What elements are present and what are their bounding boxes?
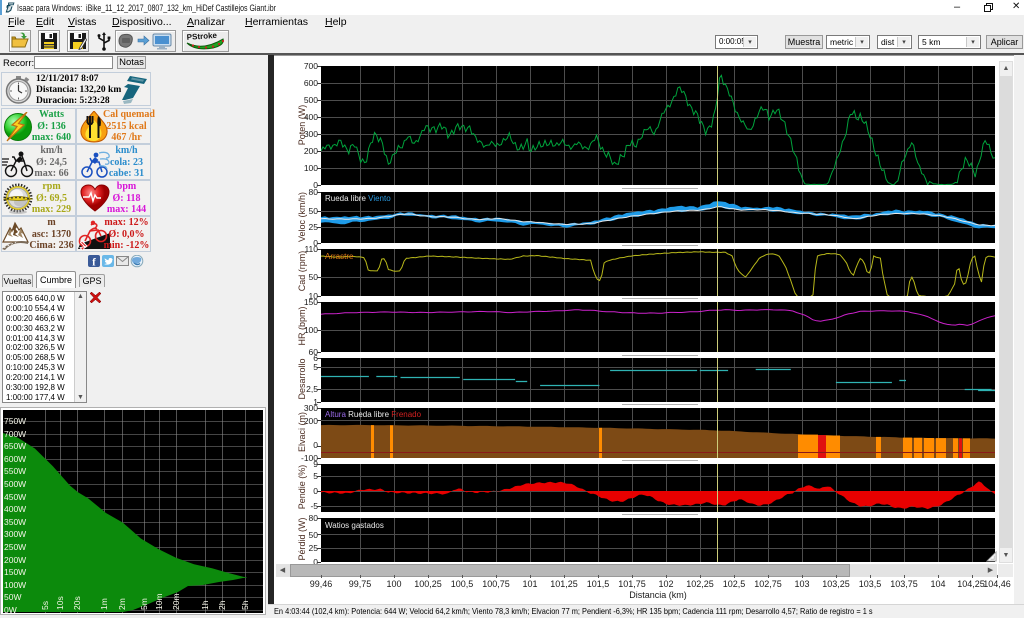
svg-text:100W: 100W: [4, 580, 26, 590]
svg-text:Altura Rueda libre Frenado: Altura Rueda libre Frenado: [325, 410, 422, 419]
svg-text:250W: 250W: [4, 542, 26, 552]
svg-text:5m: 5m: [139, 598, 149, 610]
svg-text:700W: 700W: [4, 429, 26, 439]
svg-text:Rueda libre Viento: Rueda libre Viento: [325, 194, 391, 203]
svg-text:50W: 50W: [4, 592, 21, 602]
svg-text:10m: 10m: [154, 593, 164, 610]
svg-text:2m: 2m: [117, 598, 127, 610]
svg-text:5s: 5s: [40, 601, 50, 610]
svg-text:550W: 550W: [4, 466, 26, 476]
svg-text:PStroke: PStroke: [186, 31, 217, 42]
svg-text:Watios gastados: Watios gastados: [325, 521, 384, 530]
svg-text:Arrastre: Arrastre: [325, 252, 354, 261]
svg-text:450W: 450W: [4, 492, 26, 502]
svg-text:500W: 500W: [4, 479, 26, 489]
svg-text:20m: 20m: [171, 593, 181, 610]
svg-text:350W: 350W: [4, 517, 26, 527]
svg-text:f: f: [92, 257, 96, 269]
svg-text:150W: 150W: [4, 567, 26, 577]
svg-text:650W: 650W: [4, 441, 26, 451]
svg-text:750W: 750W: [4, 416, 26, 426]
svg-text:200W: 200W: [4, 555, 26, 565]
svg-text:2h: 2h: [217, 600, 227, 610]
svg-text:400W: 400W: [4, 504, 26, 514]
svg-text:1h: 1h: [200, 600, 210, 610]
svg-text:600W: 600W: [4, 454, 26, 464]
svg-text:1m: 1m: [99, 598, 109, 610]
svg-text:300W: 300W: [4, 529, 26, 539]
svg-text:10s: 10s: [55, 596, 65, 610]
svg-text:0W: 0W: [4, 605, 17, 613]
svg-text:20s: 20s: [72, 596, 82, 610]
svg-text:5h: 5h: [240, 600, 250, 610]
